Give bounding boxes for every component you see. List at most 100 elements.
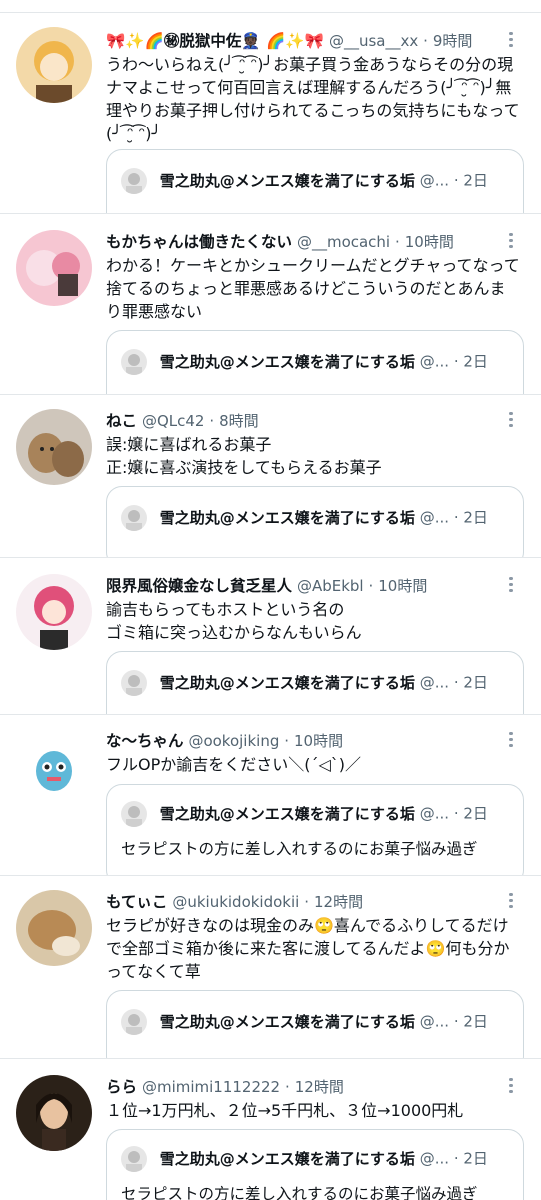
- more-options-icon[interactable]: [503, 729, 519, 749]
- separator: ·: [284, 732, 290, 750]
- separator: ·: [453, 508, 459, 527]
- quote-avatar-icon: [121, 167, 147, 194]
- more-options-icon[interactable]: [503, 29, 519, 49]
- quote-handle: @...: [419, 1012, 450, 1031]
- quote-text: セラピストの方に差し入れするのにお菓子悩み過ぎ: [121, 840, 478, 858]
- author-handle[interactable]: @QLc42: [142, 412, 205, 430]
- quoted-tweet[interactable]: 雪之助丸@メンエス嬢を満了にする垢 @... · 2日: [106, 486, 524, 557]
- quote-author-name: 雪之助丸@メンエス嬢を満了にする垢: [159, 508, 415, 527]
- quote-timestamp: 2日: [463, 804, 488, 823]
- tweet-text: セラピが好きなのは現金のみ🙄喜んでるふりしてるだけで全部ゴミ箱か後に来た客に渡し…: [106, 916, 510, 981]
- separator: ·: [453, 1012, 459, 1031]
- more-options-icon[interactable]: [503, 409, 519, 429]
- more-options-icon[interactable]: [503, 574, 519, 594]
- quote-handle: @...: [419, 1149, 450, 1168]
- quoted-tweet[interactable]: 雪之助丸@メンエス嬢を満了にする垢 @... · 2日 セラピストの方に差し入れ…: [106, 784, 524, 875]
- quote-text: セラピストの方に差し入れするのにお菓子悩み過ぎ: [121, 1185, 478, 1200]
- avatar[interactable]: [16, 27, 92, 103]
- author-handle[interactable]: @AbEkbl: [297, 577, 364, 595]
- timestamp[interactable]: 12時間: [314, 893, 363, 911]
- tweet-text: 諭吉もらってもホストという名の ゴミ箱に突っ込むからなんもいらん: [106, 600, 362, 642]
- timestamp[interactable]: 10時間: [378, 577, 427, 595]
- quote-timestamp: 2日: [463, 352, 488, 371]
- timestamp[interactable]: 10時間: [294, 732, 343, 750]
- quote-timestamp: 2日: [463, 1149, 488, 1168]
- quote-handle: @...: [419, 508, 450, 527]
- quote-avatar-icon: [121, 669, 147, 696]
- more-options-icon[interactable]: [503, 1075, 519, 1095]
- quote-avatar-icon: [121, 800, 147, 827]
- author-name[interactable]: ねこ: [106, 412, 137, 430]
- quoted-tweet[interactable]: 雪之助丸@メンエス嬢を満了にする垢 @... · 2日: [106, 149, 524, 213]
- author-handle[interactable]: @__mocachi: [297, 233, 390, 251]
- author-name[interactable]: もてぃこ: [106, 893, 167, 911]
- author-handle[interactable]: @ukiukidokidokii: [172, 893, 299, 911]
- quote-author-name: 雪之助丸@メンエス嬢を満了にする垢: [159, 352, 415, 371]
- more-options-icon[interactable]: [503, 890, 519, 910]
- quote-avatar-icon: [121, 348, 147, 375]
- tweet-text: うわ〜いらねえ(╯ ͡ᵔ̮ ͡ᵔ)╯お菓子買う金あうならその分の現ナマよこせって…: [106, 55, 520, 143]
- quote-author-name: 雪之助丸@メンエス嬢を満了にする垢: [159, 171, 415, 190]
- separator: ·: [453, 171, 459, 190]
- avatar[interactable]: [16, 230, 92, 306]
- author-name[interactable]: らら: [106, 1078, 137, 1096]
- quote-timestamp: 2日: [463, 508, 488, 527]
- tweet[interactable]: 限界風俗嬢金なし貧乏星人 @AbEkbl · 10時間 諭吉もらってもホストとい…: [0, 558, 541, 715]
- quote-author-name: 雪之助丸@メンエス嬢を満了にする垢: [159, 804, 415, 823]
- quote-author-name: 雪之助丸@メンエス嬢を満了にする垢: [159, 1012, 415, 1031]
- quote-avatar-icon: [121, 1145, 147, 1172]
- author-handle[interactable]: @mimimi1112222: [142, 1078, 280, 1096]
- quote-author-name: 雪之助丸@メンエス嬢を満了にする垢: [159, 1149, 415, 1168]
- quoted-tweet[interactable]: 雪之助丸@メンエス嬢を満了にする垢 @... · 2日: [106, 651, 524, 714]
- author-handle[interactable]: @ookojiking: [188, 732, 279, 750]
- author-name[interactable]: もかちゃんは働きたくない: [106, 233, 292, 251]
- separator: ·: [423, 32, 428, 50]
- tweet[interactable]: らら @mimimi1112222 · 12時間 １位→1万円札、２位→5千円札…: [0, 1059, 541, 1200]
- quote-handle: @...: [419, 352, 450, 371]
- separator: ·: [453, 673, 459, 692]
- quote-author-name: 雪之助丸@メンエス嬢を満了にする垢: [159, 673, 415, 692]
- avatar[interactable]: [16, 890, 92, 966]
- avatar[interactable]: [16, 409, 92, 485]
- avatar[interactable]: [16, 1075, 92, 1151]
- author-name[interactable]: な〜ちゃん: [106, 732, 184, 750]
- avatar[interactable]: [16, 574, 92, 650]
- tweet[interactable]: もてぃこ @ukiukidokidokii · 12時間 セラピが好きなのは現金…: [0, 876, 541, 1059]
- tweet-text: フルOPか諭吉をください＼(´◁`)／: [106, 755, 362, 774]
- tweet-text: １位→1万円札、２位→5千円札、３位→1000円札: [106, 1101, 464, 1120]
- tweet[interactable]: ねこ @QLc42 · 8時間 誤:嬢に喜ばれるお菓子 正:嬢に喜ぶ演技をしても…: [0, 395, 541, 558]
- quote-timestamp: 2日: [463, 1012, 488, 1031]
- quoted-tweet[interactable]: 雪之助丸@メンエス嬢を満了にする垢 @... · 2日: [106, 990, 524, 1058]
- more-options-icon[interactable]: [503, 230, 519, 250]
- author-handle[interactable]: @__usa__xx: [329, 32, 418, 50]
- quoted-tweet[interactable]: 雪之助丸@メンエス嬢を満了にする垢 @... · 2日 セラピストの方に差し入れ…: [106, 1129, 524, 1200]
- timestamp[interactable]: 10時間: [405, 233, 454, 251]
- author-name[interactable]: 🎀✨🌈㊙脱獄中佐👮🏿 🌈✨🎀: [106, 32, 324, 50]
- quote-handle: @...: [419, 171, 450, 190]
- tweet[interactable]: な〜ちゃん @ookojiking · 10時間 フルOPか諭吉をください＼(´…: [0, 715, 541, 876]
- separator: ·: [453, 804, 459, 823]
- separator: ·: [304, 893, 310, 911]
- timestamp[interactable]: 8時間: [219, 412, 259, 430]
- quote-timestamp: 2日: [463, 673, 488, 692]
- quote-handle: @...: [419, 673, 450, 692]
- tweet-text: 誤:嬢に喜ばれるお菓子 正:嬢に喜ぶ演技をしてもらえるお菓子: [106, 435, 382, 477]
- quote-avatar-icon: [121, 1008, 147, 1035]
- tweet-text: わかる！ケーキとかシュークリームだとグチャってなって捨てるのちょっと罪悪感あるけ…: [106, 256, 520, 321]
- quoted-tweet[interactable]: 雪之助丸@メンエス嬢を満了にする垢 @... · 2日: [106, 330, 524, 394]
- quote-handle: @...: [419, 804, 450, 823]
- top-divider: [0, 0, 541, 13]
- separator: ·: [453, 352, 459, 371]
- quote-avatar-icon: [121, 504, 147, 531]
- timestamp[interactable]: 9時間: [433, 32, 473, 50]
- separator: ·: [395, 233, 400, 251]
- separator: ·: [209, 412, 215, 430]
- quote-timestamp: 2日: [463, 171, 488, 190]
- separator: ·: [368, 577, 374, 595]
- author-name[interactable]: 限界風俗嬢金なし貧乏星人: [106, 577, 292, 595]
- separator: ·: [285, 1078, 290, 1096]
- tweet[interactable]: 🎀✨🌈㊙脱獄中佐👮🏿 🌈✨🎀 @__usa__xx · 9時間 うわ〜いらねえ(…: [0, 13, 541, 214]
- timestamp[interactable]: 12時間: [295, 1078, 344, 1096]
- avatar[interactable]: [16, 729, 92, 805]
- tweet[interactable]: もかちゃんは働きたくない @__mocachi · 10時間 わかる！ケーキとか…: [0, 214, 541, 395]
